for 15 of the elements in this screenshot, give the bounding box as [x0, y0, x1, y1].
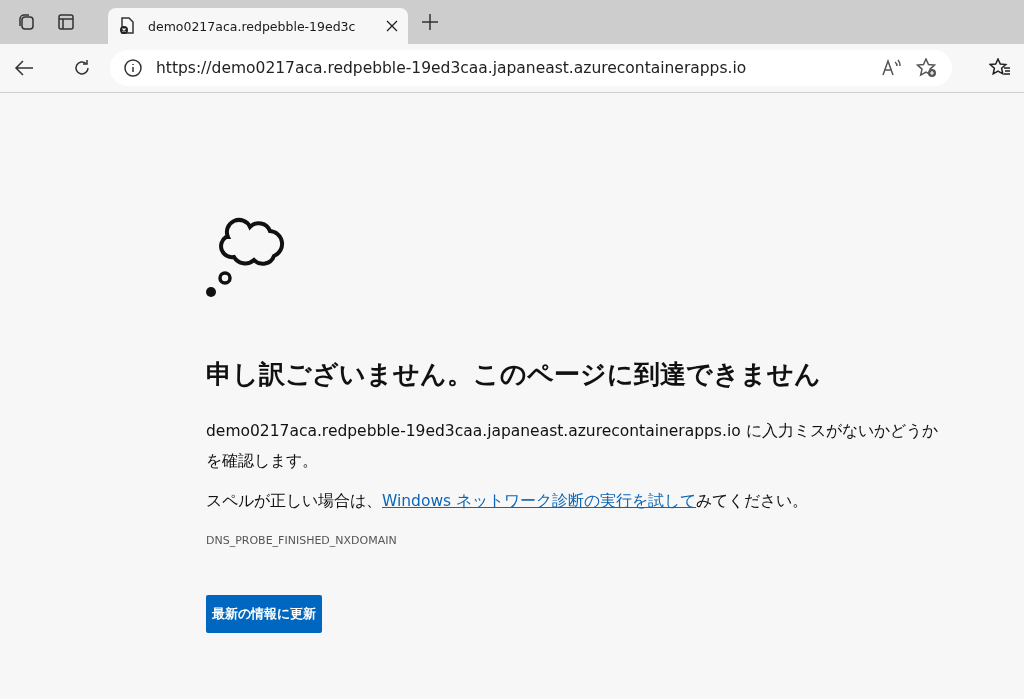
check-text: demo0217aca.redpebble-19ed3caa.japaneast.azurecontainerapps.io に入力ミスがないかどうかを確認します。 — [206, 421, 939, 472]
browser-tab[interactable]: demo0217aca.redpebble-19ed3c — [108, 8, 408, 44]
tab-title: demo0217aca.redpebble-19ed3c — [148, 18, 357, 34]
refresh-button[interactable]: 最新の情報に更新 — [206, 595, 322, 633]
info-icon[interactable] — [124, 59, 142, 77]
address-bar[interactable]: https://demo0217aca.redpebble-19ed3caa.japaneast.azurecontainerapps.io — [110, 50, 952, 86]
error-page-icon — [118, 17, 136, 35]
url-text: https://demo0217aca.redpebble-19ed3caa.japaneast.azurecontainerapps.io — [156, 59, 748, 77]
error-heading: 申し訳ございません。このページに到達できません — [206, 358, 821, 391]
close-icon[interactable] — [386, 20, 398, 32]
suggestion-text: スペルが正しい場合は、Windows ネットワーク診断の実行を試してみてください。 — [206, 491, 809, 512]
diagnostics-link[interactable]: Windows ネットワーク診断の実行を試して — [382, 492, 697, 510]
star-add-icon[interactable] — [916, 58, 938, 78]
read-aloud-icon[interactable] — [882, 59, 902, 77]
error-code: DNS_PROBE_FINISHED_NXDOMAIN — [206, 534, 397, 547]
